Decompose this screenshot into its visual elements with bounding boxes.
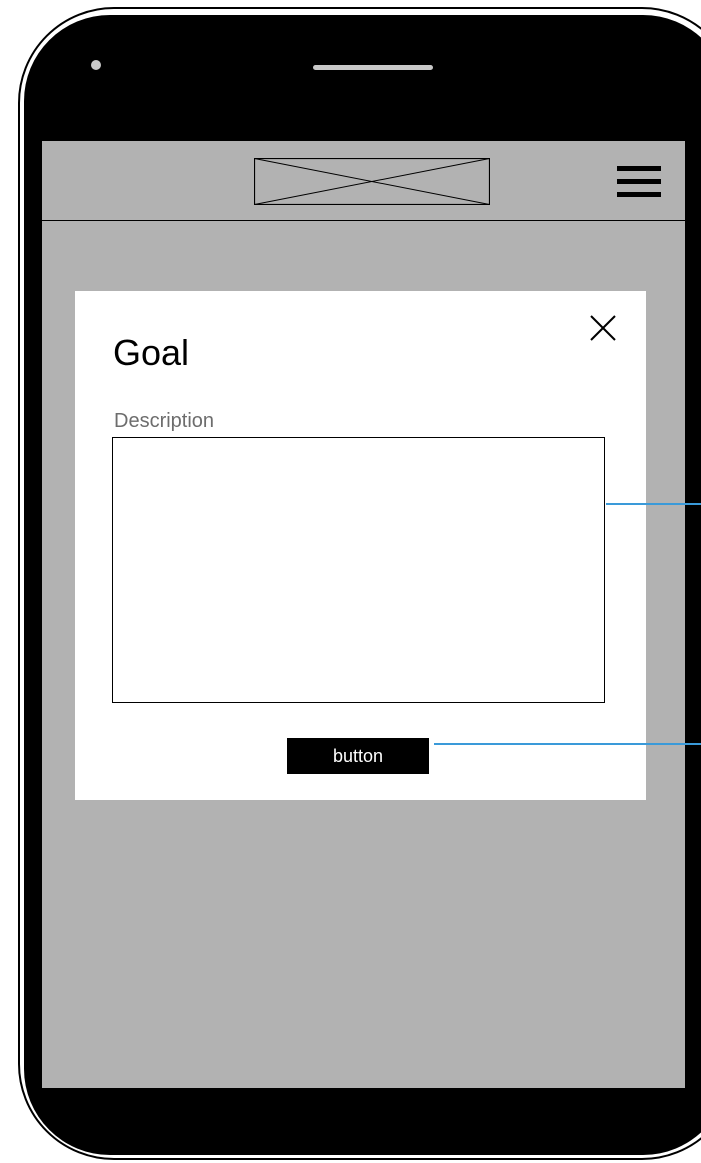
close-icon[interactable] <box>589 314 617 342</box>
image-placeholder-icon <box>254 158 490 205</box>
goal-modal: Goal Description button <box>75 291 646 800</box>
wireframe-canvas: Goal Description button <box>0 0 701 1163</box>
speaker-grille <box>313 65 433 70</box>
annotation-line-textarea <box>606 503 701 505</box>
app-header <box>42 141 685 221</box>
submit-button[interactable]: button <box>287 738 429 774</box>
hamburger-menu-icon[interactable] <box>617 166 661 200</box>
description-label: Description <box>114 410 215 432</box>
annotation-line-button <box>434 743 701 745</box>
description-textarea[interactable] <box>112 437 605 703</box>
camera-dot <box>91 60 101 70</box>
modal-title: Goal <box>113 332 190 373</box>
